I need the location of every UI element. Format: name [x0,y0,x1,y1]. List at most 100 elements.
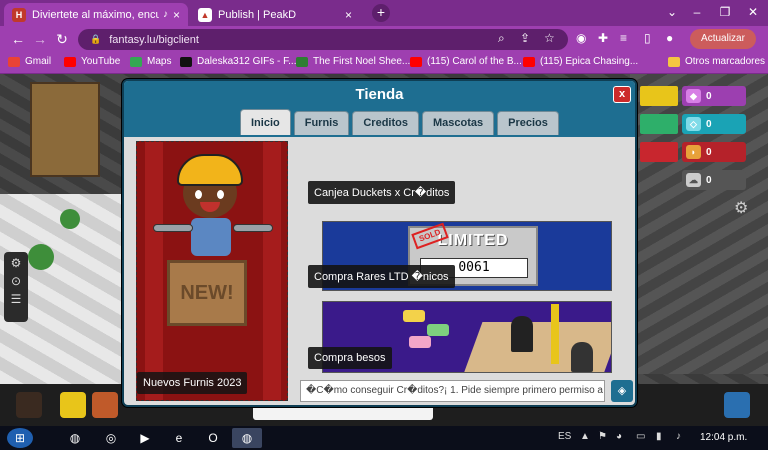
shop-title: Tienda [355,86,404,103]
network-icon[interactable]: ◕ [616,431,622,442]
ad-kisses[interactable]: Compra besos [308,347,392,369]
notification-bar [640,142,678,162]
gmail-icon [8,56,20,67]
media-icon[interactable]: ≡ [620,31,627,45]
tag-icon[interactable]: ◈ [611,380,633,402]
profile-avatar-icon[interactable]: ● [666,31,673,45]
youtube-icon [410,56,422,67]
plant [60,209,80,229]
tab-inicio[interactable]: Inicio [240,109,291,135]
currency-credits[interactable]: ☁ 0 [682,170,746,190]
shop-tabs: Inicio Furnis Creditos Mascotas Precios [240,109,559,135]
speaker-icon[interactable]: ♪ [163,9,168,20]
chat-history-icon[interactable]: ☰ [4,292,28,306]
gear-icon[interactable]: ⚙ [734,198,748,218]
decor-stripe [145,142,163,400]
update-button[interactable]: Actualizar [690,29,756,49]
chrome-active-taskbar-icon[interactable]: ◍ [232,428,262,448]
extension-icon[interactable]: ◉ [576,31,586,45]
avatar-body [191,218,231,256]
youtube-icon [523,56,535,67]
back-button[interactable]: ← [8,30,28,48]
star-icon[interactable]: ☆ [544,31,555,45]
tab-title: Publish | PeakD [218,8,297,21]
chat-bubble-icon [403,310,425,322]
zoom-icon[interactable]: ⌕ [498,31,505,46]
cloud-icon: ☁ [686,173,701,187]
forward-button[interactable]: → [30,30,50,48]
tab-habbo[interactable]: H Diviertete al máximo, encuentra ♪ × [4,3,188,26]
reload-button[interactable]: ↻ [52,30,72,48]
hotel-icon[interactable] [60,392,86,418]
tab-precios[interactable]: Precios [497,111,559,135]
hardhat-icon [177,154,243,186]
battery-icon[interactable]: ▭ [636,431,645,442]
currency-diamonds[interactable]: ◆ 0 [682,86,746,106]
new-tab-button[interactable]: + [372,4,390,22]
new-furnis-panel[interactable]: NEW! Nuevos Furnis 2023 [136,141,288,401]
avatar-eye [195,190,202,199]
volume-icon[interactable]: ♪ [676,431,681,442]
bookmarks-bar: Gmail YouTube Maps Daleska312 GIFs - F..… [0,52,768,74]
new-furnis-label: Nuevos Furnis 2023 [137,372,248,394]
bookshelf [30,82,100,177]
share-icon[interactable]: ⇪ [520,31,530,45]
language-indicator[interactable]: ES [558,431,571,442]
ducket-icon: ◗ [686,145,701,159]
tab-peakd[interactable]: ▲ Publish | PeakD × [190,3,360,26]
decor-stripe [263,142,281,400]
edge-taskbar-icon[interactable]: ◎ [96,428,126,448]
media-taskbar-icon[interactable]: ▶ [130,428,160,448]
folder-icon [668,56,680,67]
friends-icon[interactable] [724,392,750,418]
ad-duckets[interactable]: Canjea Duckets x Cr�ditos [308,181,456,204]
peakd-favicon: ▲ [198,7,212,22]
notification-bar [640,86,678,106]
other-bookmarks[interactable]: Otros marcadores [668,56,765,67]
flag-icon[interactable]: ⚑ [598,431,607,442]
signal-icon[interactable]: ▮ [656,431,662,442]
bookmark-maps[interactable]: Maps [130,56,171,67]
close-tab-icon[interactable]: × [173,8,180,22]
tab-furnis[interactable]: Furnis [293,111,350,135]
bookmark-epica[interactable]: (115) Epica Chasing... [523,56,638,67]
plant [28,244,54,270]
close-button[interactable]: x [613,86,631,103]
currency-gems[interactable]: ◇ 0 [682,114,746,134]
lock-icon: 🔒 [90,34,102,44]
settings-icon[interactable]: ⚙ [4,256,28,270]
start-button[interactable]: ⊞ [7,428,33,448]
browser-tab-bar: H Diviertete al máximo, encuentra ♪ × ▲ … [0,0,768,26]
sidebar-icon[interactable]: ▯ [644,31,651,45]
opera-taskbar-icon[interactable]: O [198,428,228,448]
clock[interactable]: 12:04 p.m. [700,432,747,443]
bookmark-gmail[interactable]: Gmail [8,56,51,67]
gem-icon: ◇ [686,117,701,131]
avatar-figure [511,316,533,352]
browser-nav-bar: ← → ↻ 🔒 fantasy.lu/bigclient ⌕ ⇪ ☆ ◉ ✚ ≡… [0,26,768,52]
notification-bar [640,114,678,134]
maps-icon [130,56,142,67]
zoom-icon[interactable]: ⊙ [4,274,28,288]
catalog-icon[interactable] [92,392,118,418]
shop-header[interactable]: Tienda x Inicio Furnis Creditos Mascotas… [124,81,635,137]
currency-duckets[interactable]: ◗ 0 [682,142,746,162]
bookmark-youtube[interactable]: YouTube [64,56,120,67]
close-tab-icon[interactable]: × [345,8,352,22]
ie-taskbar-icon[interactable]: e [164,428,194,448]
close-window-button[interactable]: ✕ [736,0,768,24]
user-avatar-icon[interactable] [16,392,42,418]
tray-chevron-icon[interactable]: ▲ [580,431,590,442]
bookmark-carol[interactable]: (115) Carol of the B... [410,56,522,67]
bookmark-first-noel[interactable]: The First Noel Shee... [296,56,410,67]
wrench-icon [233,224,273,232]
bookmark-daleska[interactable]: Daleska312 GIFs - F... [180,56,296,67]
bookmark-icon [296,56,308,67]
new-sign: NEW! [167,260,247,326]
ad-ltd[interactable]: Compra Rares LTD �nicos [308,265,455,288]
chrome-taskbar-icon[interactable]: ◍ [60,428,90,448]
address-bar[interactable]: 🔒 fantasy.lu/bigclient [78,29,568,50]
puzzle-icon[interactable]: ✚ [598,31,608,45]
tab-mascotas[interactable]: Mascotas [421,111,495,135]
tab-creditos[interactable]: Creditos [352,111,419,135]
